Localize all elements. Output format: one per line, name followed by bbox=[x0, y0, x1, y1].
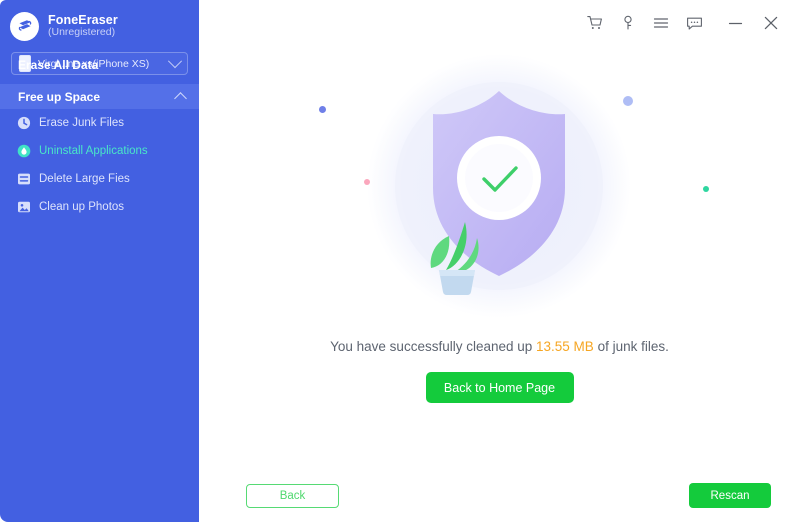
dot-blue-left bbox=[319, 106, 326, 113]
chevron-up-icon bbox=[174, 91, 187, 105]
sidebar-section-label: Free up Space bbox=[18, 89, 101, 104]
status-message: You have successfully cleaned up 13.55 M… bbox=[199, 339, 800, 354]
sidebar-item-label: Delete Large Fies bbox=[39, 173, 130, 185]
titlebar bbox=[199, 0, 800, 46]
sidebar: FoneEraser (Unregistered) Virgi...ne xs(… bbox=[0, 0, 199, 522]
dot-green bbox=[703, 186, 709, 192]
key-icon[interactable] bbox=[615, 10, 641, 36]
list-rows-icon bbox=[18, 173, 30, 185]
brand: FoneEraser (Unregistered) bbox=[0, 0, 199, 41]
chat-icon[interactable] bbox=[681, 10, 707, 36]
sidebar-section-erase-all-data[interactable]: Erase All Data bbox=[0, 52, 199, 77]
minimize-icon[interactable] bbox=[722, 10, 748, 36]
sidebar-section-free-up-space[interactable]: Free up Space bbox=[0, 84, 199, 109]
sidebar-item-clean-up-photos[interactable]: Clean up Photos bbox=[0, 193, 199, 221]
back-to-home-page-button[interactable]: Back to Home Page bbox=[425, 372, 574, 403]
photo-icon bbox=[18, 201, 30, 213]
clock-icon bbox=[17, 116, 31, 130]
back-button[interactable]: Back bbox=[246, 484, 339, 508]
sidebar-section-label: Erase All Data bbox=[18, 57, 99, 72]
cart-icon[interactable] bbox=[582, 10, 608, 36]
status-amount: 13.55 MB bbox=[536, 339, 594, 354]
sidebar-item-delete-large-files[interactable]: Delete Large Fies bbox=[0, 165, 199, 193]
eraser-logo-icon bbox=[10, 11, 39, 41]
sidebar-item-label: Clean up Photos bbox=[39, 201, 125, 213]
app-window: FoneEraser (Unregistered) Virgi...ne xs(… bbox=[0, 0, 800, 530]
menu-icon[interactable] bbox=[648, 10, 674, 36]
dot-blue-right bbox=[623, 96, 633, 106]
brand-text: FoneEraser (Unregistered) bbox=[48, 13, 118, 39]
app-name: FoneEraser bbox=[48, 13, 118, 28]
status-prefix: You have successfully cleaned up bbox=[330, 339, 537, 354]
uninstall-apps-icon bbox=[17, 144, 31, 158]
rescan-button[interactable]: Rescan bbox=[689, 483, 771, 508]
close-icon[interactable] bbox=[758, 10, 784, 36]
license-status: (Unregistered) bbox=[48, 26, 116, 39]
sidebar-item-label: Uninstall Applications bbox=[39, 145, 148, 157]
status-suffix: of junk files. bbox=[593, 339, 669, 354]
shield-check-illustration bbox=[199, 46, 800, 328]
sidebar-item-uninstall-applications[interactable]: Uninstall Applications bbox=[0, 137, 199, 165]
sidebar-item-erase-junk-files[interactable]: Erase Junk Files bbox=[0, 109, 199, 137]
sidebar-item-label: Erase Junk Files bbox=[39, 117, 125, 129]
main-content: You have successfully cleaned up 13.55 M… bbox=[199, 46, 800, 530]
dot-pink bbox=[364, 179, 370, 185]
